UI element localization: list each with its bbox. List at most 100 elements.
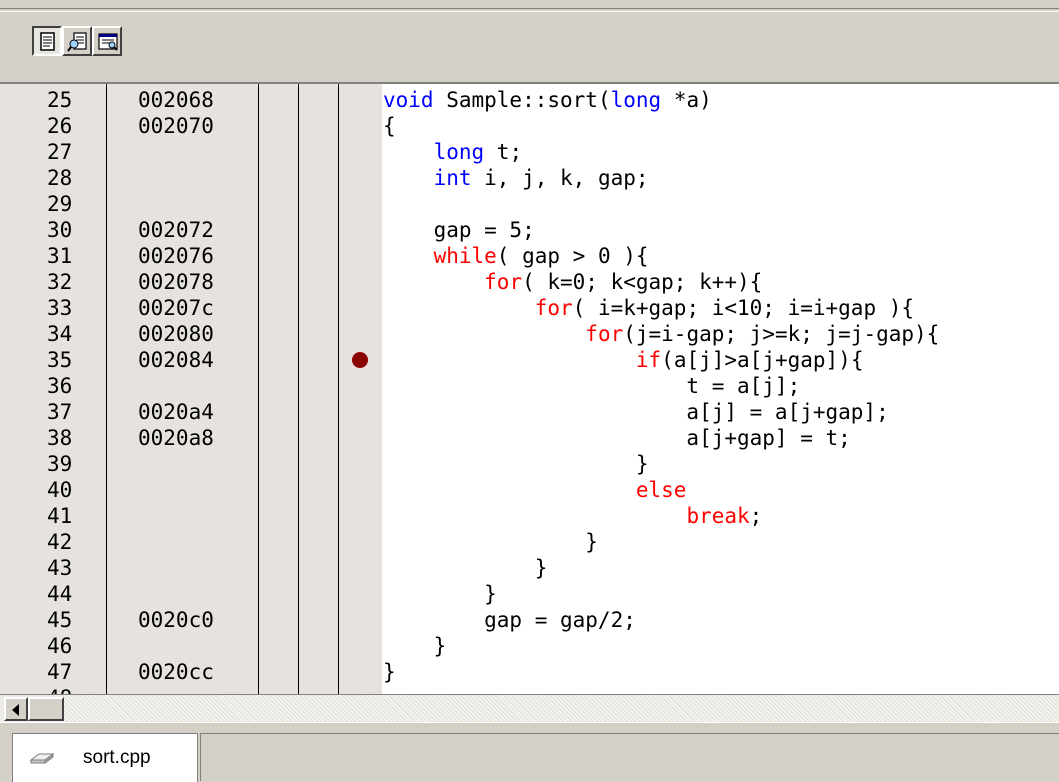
- code-token: *a): [661, 88, 712, 112]
- keyword-token: if: [635, 348, 662, 372]
- code-text: }: [383, 659, 396, 685]
- code-text: for(j=i-gap; j>=k; j=j-gap){: [383, 321, 939, 347]
- keyword-token: while: [433, 244, 497, 268]
- line-address: 00207c: [138, 296, 214, 320]
- code-line[interactable]: 42 }: [0, 529, 1059, 555]
- code-line[interactable]: 41 break;: [0, 503, 1059, 529]
- tab-label: sort.cpp: [83, 747, 151, 768]
- view-toolbar: [0, 0, 1059, 82]
- horizontal-scrollbar[interactable]: [0, 694, 1059, 723]
- code-line[interactable]: 26 002070 {: [0, 113, 1059, 139]
- code-token: t = a[j];: [383, 374, 801, 398]
- scroll-thumb[interactable]: [28, 697, 64, 721]
- code-token: (a[j]>a[j+gap]){: [661, 348, 864, 372]
- code-token: i, j, k, gap;: [471, 166, 649, 190]
- line-address: 002080: [138, 322, 214, 346]
- code-line[interactable]: 48: [0, 685, 1059, 694]
- keyword-token: for: [484, 270, 523, 294]
- mixed-view-button[interactable]: [92, 26, 122, 56]
- code-line[interactable]: 36 t = a[j];: [0, 373, 1059, 399]
- code-token: }: [383, 530, 598, 554]
- code-line[interactable]: 46 }: [0, 633, 1059, 659]
- code-token: ( k=0; k<gap; k++){: [522, 270, 763, 294]
- line-number: 29: [47, 192, 73, 216]
- code-text: for( k=0; k<gap; k++){: [383, 269, 762, 295]
- code-line[interactable]: 39 }: [0, 451, 1059, 477]
- code-line[interactable]: 25 002068 void Sample::sort(long *a): [0, 87, 1059, 113]
- line-address: 0020a8: [138, 426, 214, 450]
- code-line[interactable]: 37 0020a4 a[j] = a[j+gap];: [0, 399, 1059, 425]
- source-view-icon: [40, 32, 55, 51]
- keyword-token: void: [383, 88, 434, 112]
- code-line[interactable]: 38 0020a8 a[j+gap] = t;: [0, 425, 1059, 451]
- code-token: }: [383, 556, 548, 580]
- code-line[interactable]: 34 002080 for(j=i-gap; j>=k; j=j-gap){: [0, 321, 1059, 347]
- left-arrow-icon: [12, 704, 19, 716]
- keyword-token: long: [433, 140, 485, 164]
- line-number: 40: [47, 478, 73, 502]
- code-text: else: [383, 477, 687, 503]
- line-number: 45: [47, 608, 73, 632]
- line-address: 002076: [138, 244, 214, 268]
- source-editor[interactable]: 25 002068 void Sample::sort(long *a) 26 0020…: [0, 82, 1059, 694]
- status-field: [200, 733, 1059, 781]
- line-number: 33: [47, 296, 73, 320]
- code-text: break;: [383, 503, 762, 529]
- line-number: 34: [47, 322, 73, 346]
- code-token: a[j+gap] = t;: [383, 426, 851, 450]
- disassembly-view-icon: [67, 32, 87, 52]
- code-text: }: [383, 529, 598, 555]
- disassembly-view-button[interactable]: [62, 26, 92, 56]
- code-token: gap = 5;: [383, 218, 535, 242]
- line-number: 39: [47, 452, 73, 476]
- code-line[interactable]: 29: [0, 191, 1059, 217]
- code-line[interactable]: 40 else: [0, 477, 1059, 503]
- code-line[interactable]: 35 002084 if(a[j]>a[j+gap]){: [0, 347, 1059, 373]
- line-number: 31: [47, 244, 73, 268]
- line-address: 002072: [138, 218, 214, 242]
- code-token: Sample::sort(: [433, 88, 611, 112]
- keyword-token: else: [635, 478, 687, 502]
- code-line[interactable]: 45 0020c0 gap = gap/2;: [0, 607, 1059, 633]
- scroll-left-button[interactable]: [4, 697, 28, 721]
- line-number: 35: [47, 348, 73, 372]
- line-number: 41: [47, 504, 73, 528]
- code-token: t;: [484, 140, 523, 164]
- code-text: }: [383, 633, 447, 659]
- tab-sort-cpp[interactable]: sort.cpp: [12, 733, 198, 782]
- code-line[interactable]: 28 int i, j, k, gap;: [0, 165, 1059, 191]
- source-view-button[interactable]: [32, 26, 62, 56]
- code-text: a[j+gap] = t;: [383, 425, 851, 451]
- code-line[interactable]: 43 }: [0, 555, 1059, 581]
- line-number: 38: [47, 426, 73, 450]
- code-line[interactable]: 27 long t;: [0, 139, 1059, 165]
- line-number: 48: [47, 685, 107, 694]
- code-line[interactable]: 30 002072 gap = 5;: [0, 217, 1059, 243]
- code-text: gap = 5;: [383, 217, 535, 243]
- code-text: }: [383, 555, 548, 581]
- line-number: 37: [47, 400, 73, 424]
- code-text: for( i=k+gap; i<10; i=i+gap ){: [383, 295, 914, 321]
- breakpoint-icon[interactable]: [352, 352, 368, 368]
- keyword-token: int: [433, 166, 472, 190]
- code-text: void Sample::sort(long *a): [383, 87, 712, 113]
- code-line[interactable]: 47 0020cc}: [0, 659, 1059, 685]
- code-line[interactable]: 32 002078 for( k=0; k<gap; k++){: [0, 269, 1059, 295]
- line-number: 25: [47, 88, 73, 112]
- code-text: t = a[j];: [383, 373, 800, 399]
- code-line[interactable]: 33 00207c for( i=k+gap; i<10; i=i+gap ){: [0, 295, 1059, 321]
- code-text: int i, j, k, gap;: [383, 165, 649, 191]
- code-text: while( gap > 0 ){: [383, 243, 649, 269]
- code-line[interactable]: 31 002076 while( gap > 0 ){: [0, 243, 1059, 269]
- code-token: }: [383, 452, 649, 476]
- line-number: 43: [47, 556, 73, 580]
- code-token: }: [383, 634, 447, 658]
- line-address: 0020a4: [138, 400, 214, 424]
- code-text: }: [383, 451, 649, 477]
- code-line[interactable]: 44 }: [0, 581, 1059, 607]
